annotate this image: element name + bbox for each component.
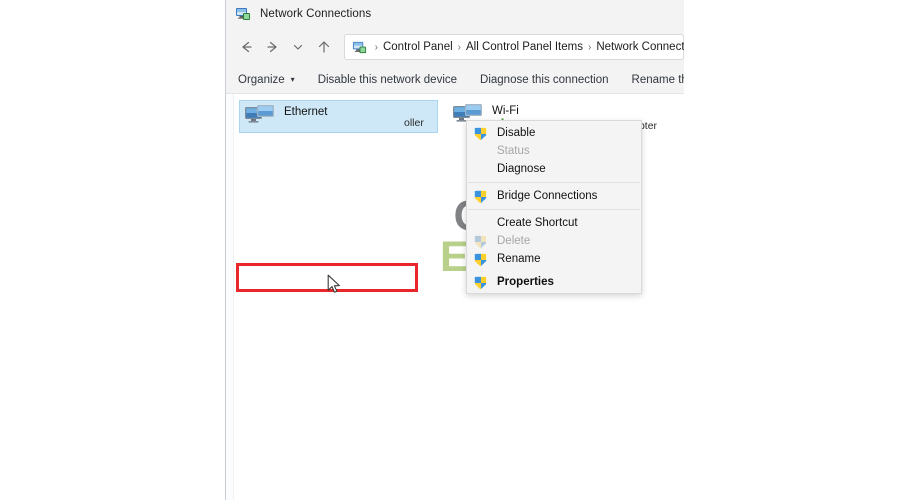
context-menu-item-create-shortcut[interactable]: Create Shortcut	[467, 214, 641, 232]
context-menu-item-properties[interactable]: Properties	[467, 273, 641, 291]
breadcrumb-item-control-panel[interactable]: Control Panel	[383, 41, 453, 53]
context-menu-item-label: Rename	[497, 253, 541, 265]
chevron-down-icon[interactable]	[285, 33, 311, 61]
connection-text-ethernet: Ethernet	[284, 104, 327, 119]
connection-name: Wi-Fi	[492, 105, 519, 117]
context-menu-item-diagnose[interactable]: Diagnose	[467, 160, 641, 178]
context-menu-separator	[468, 209, 640, 210]
organize-label: Organize	[238, 73, 285, 86]
diagnose-this-connection-button[interactable]: Diagnose this connection	[480, 74, 609, 86]
context-menu-item-disable[interactable]: Disable	[467, 124, 641, 142]
breadcrumb-separator: ›	[374, 41, 378, 53]
context-menu-item-label: Diagnose	[497, 163, 546, 175]
up-button[interactable]	[311, 33, 337, 61]
chevron-down-icon: ▾	[290, 74, 295, 84]
breadcrumb-item-network-connections[interactable]: Network Connections	[596, 41, 684, 53]
address-bar-icon	[352, 40, 367, 55]
pane-rail	[226, 94, 234, 500]
breadcrumb-separator: ›	[587, 41, 592, 53]
address-bar[interactable]: › Control Panel › All Control Panel Item…	[343, 34, 684, 60]
context-menu-item-rename[interactable]: Rename	[467, 250, 641, 268]
context-menu-item-delete: Delete	[467, 232, 641, 250]
breadcrumb-item-all-control-panel-items[interactable]: All Control Panel Items	[466, 41, 583, 53]
uac-shield-icon	[473, 189, 488, 204]
uac-shield-icon	[473, 275, 488, 290]
context-menu-item-label: Status	[497, 145, 530, 157]
uac-shield-icon	[473, 234, 488, 249]
command-bar: Organize ▾ Disable this network device D…	[226, 66, 684, 94]
no-icon	[473, 216, 488, 231]
connection-name: Ethernet	[284, 106, 328, 118]
connection-subtitle-fragment: oller	[404, 117, 424, 129]
mouse-pointer-icon	[327, 274, 343, 296]
back-button[interactable]	[234, 33, 260, 61]
no-icon	[473, 162, 488, 177]
forward-button[interactable]	[260, 33, 286, 61]
context-menu-item-label: Create Shortcut	[497, 217, 578, 229]
network-adapter-icon	[244, 104, 278, 134]
context-menu-item-label: Bridge Connections	[497, 190, 598, 202]
context-menu-item-label: Disable	[497, 127, 536, 139]
screenshot-root: GAMES ERRORS Network Connections	[0, 0, 900, 500]
context-menu: Disable Status Diagnose Bridge Connectio…	[466, 120, 642, 294]
context-menu-separator	[468, 182, 640, 183]
network-connections-icon	[235, 6, 251, 22]
disable-this-network-device-button[interactable]: Disable this network device	[318, 74, 457, 86]
context-menu-item-status: Status	[467, 142, 641, 160]
window-title: Network Connections	[260, 8, 372, 20]
uac-shield-icon	[473, 252, 488, 267]
breadcrumb-separator: ›	[457, 41, 461, 53]
no-icon	[473, 144, 488, 159]
context-menu-item-label: Delete	[497, 235, 531, 247]
navigation-bar: › Control Panel › All Control Panel Item…	[226, 28, 684, 66]
context-menu-item-label: Properties	[497, 276, 554, 288]
rename-this-connection-button[interactable]: Rename this conne	[632, 74, 684, 86]
title-bar: Network Connections	[226, 0, 684, 28]
organize-button[interactable]: Organize ▾	[238, 74, 295, 86]
context-menu-item-bridge-connections[interactable]: Bridge Connections	[467, 187, 641, 205]
uac-shield-icon	[473, 126, 488, 141]
